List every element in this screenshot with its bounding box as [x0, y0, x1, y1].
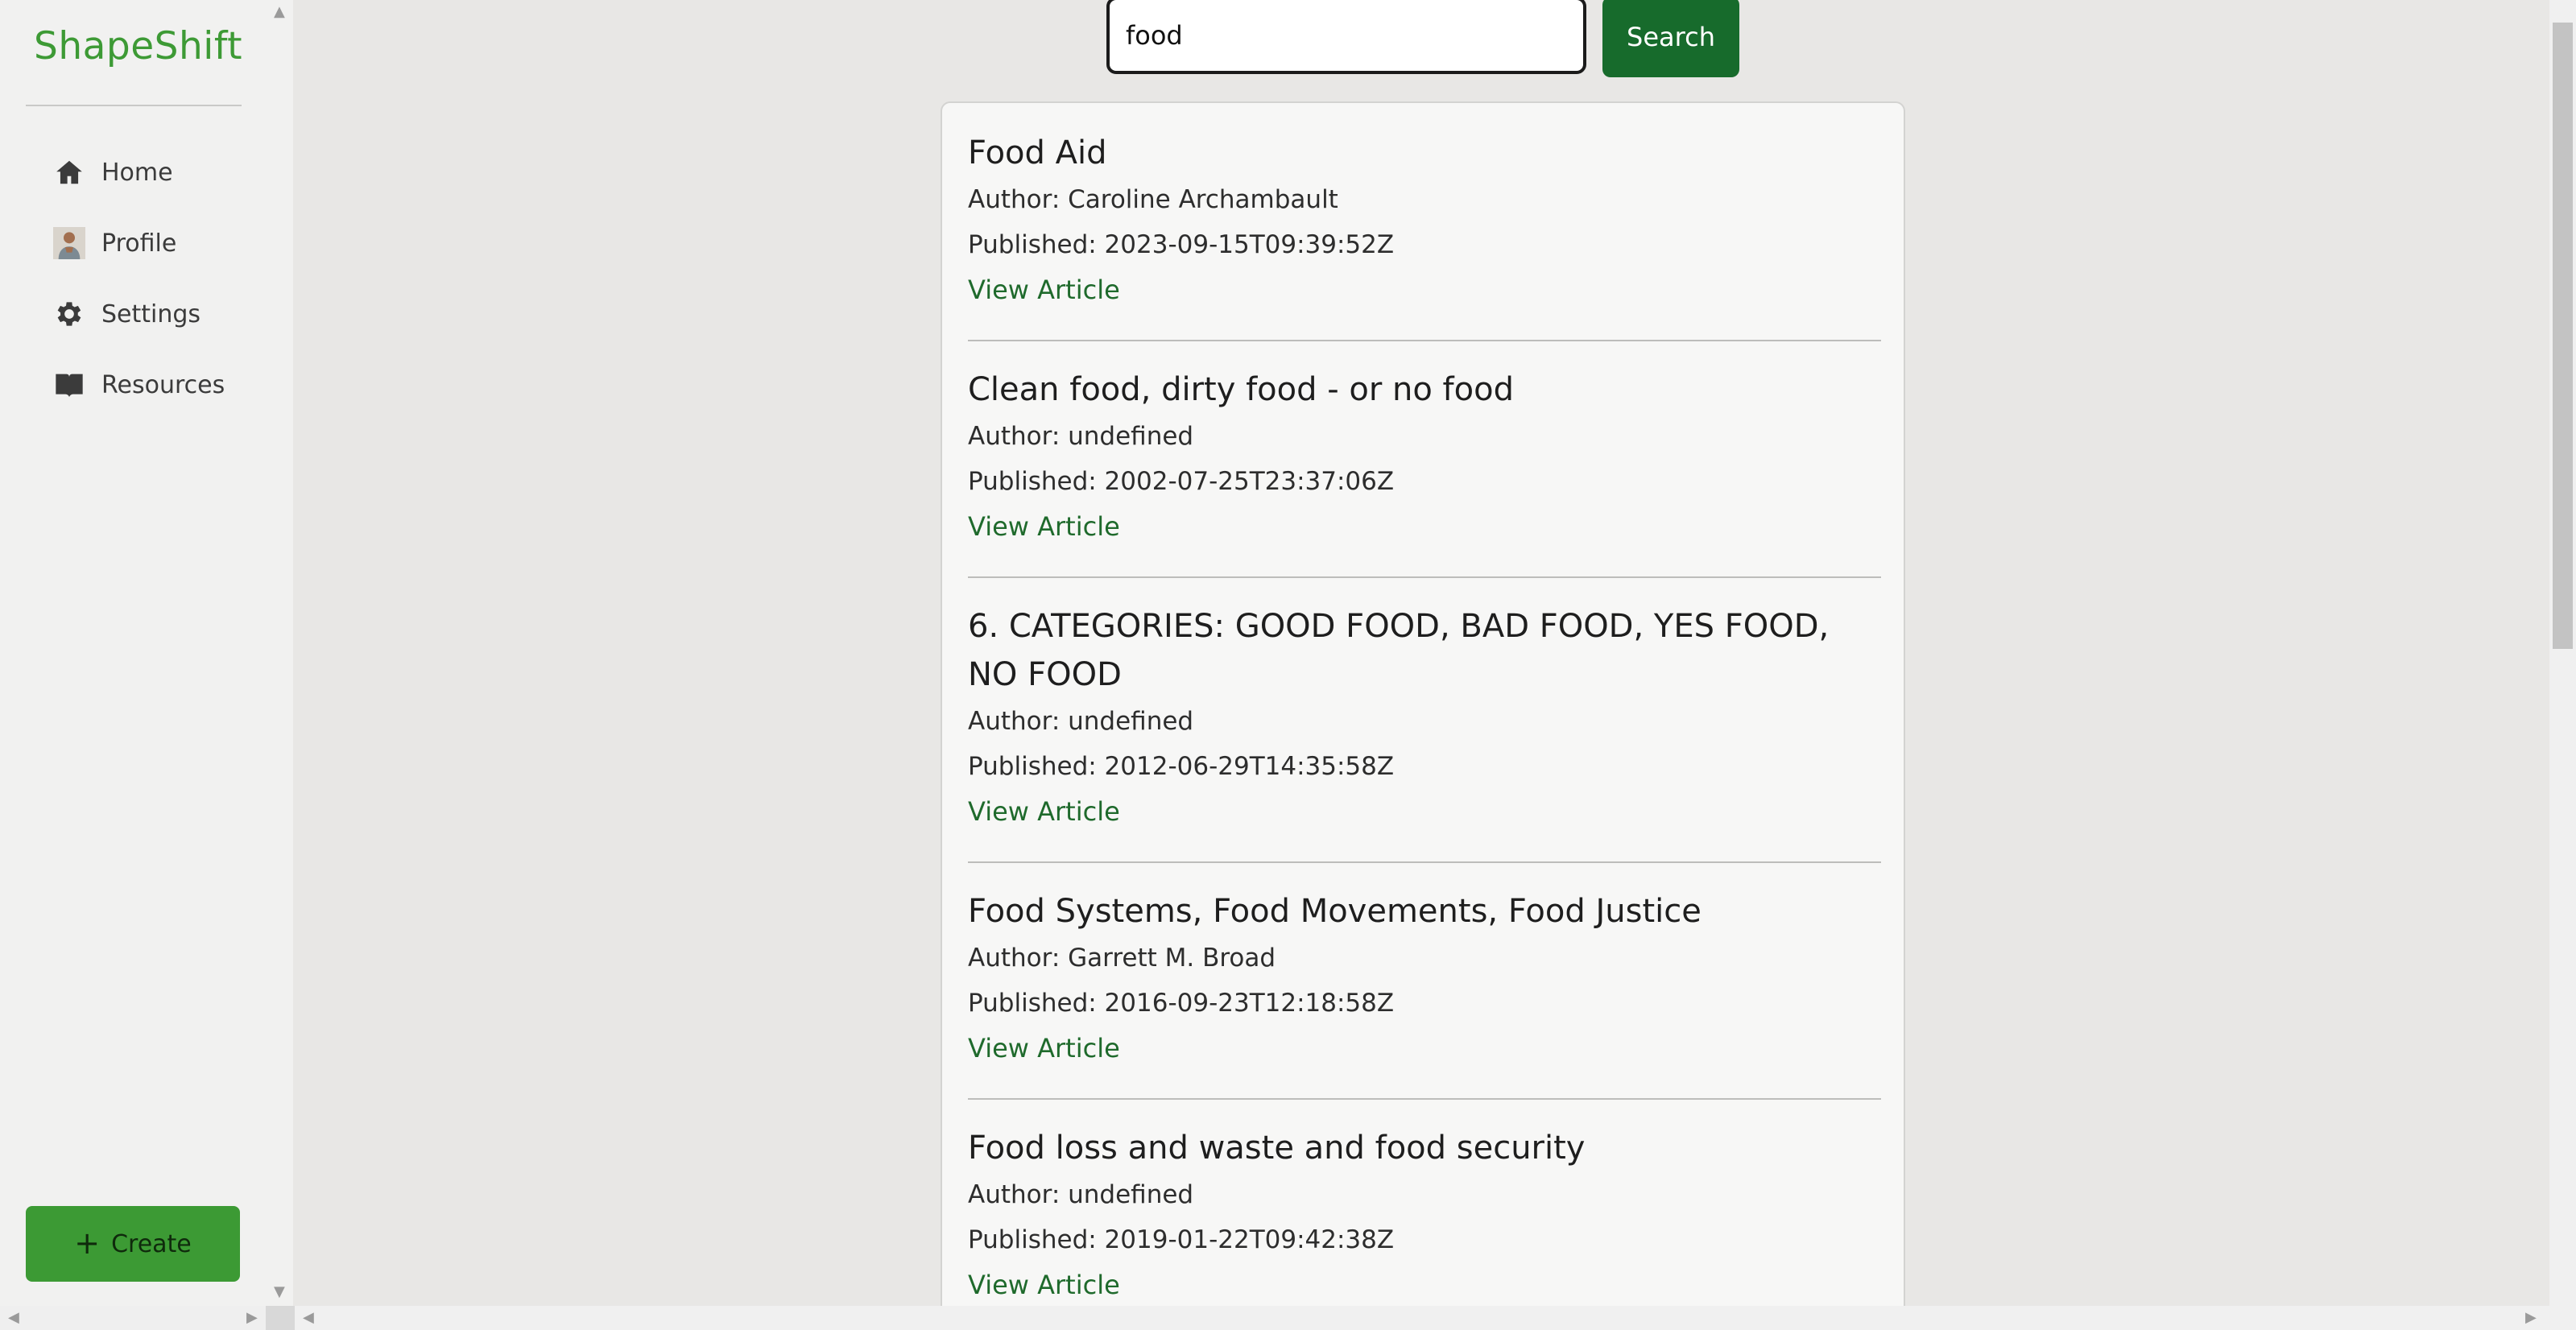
create-button-label: Create: [111, 1229, 192, 1258]
article-title: Food Systems, Food Movements, Food Justi…: [968, 893, 1701, 930]
view-article-link[interactable]: View Article: [968, 267, 1881, 312]
divider: [968, 861, 1881, 863]
plus-icon: +: [74, 1225, 101, 1261]
article-published: Published: 2002-07-25T23:37:06Z: [968, 467, 1395, 496]
list-item: 6. CATEGORIES: GOOD FOOD, BAD FOOD, YES …: [968, 602, 1881, 834]
create-button[interactable]: + Create: [26, 1206, 240, 1282]
view-article-link[interactable]: View Article: [968, 1026, 1881, 1071]
article-published: Published: 2023-09-15T09:39:52Z: [968, 230, 1395, 259]
list-item: Food loss and waste and food security Au…: [968, 1124, 1881, 1307]
sidebar-item-resources[interactable]: Resources: [0, 349, 267, 420]
list-item: Food Aid Author: Caroline Archambault Pu…: [968, 129, 1881, 312]
article-author: Author: Garrett M. Broad: [968, 944, 1276, 973]
scroll-up-arrow-icon[interactable]: ▲: [274, 3, 285, 20]
book-icon: [53, 369, 85, 401]
article-published: Published: 2019-01-22T09:42:38Z: [968, 1225, 1395, 1254]
article-title: Clean food, dirty food - or no food: [968, 371, 1514, 408]
search-input[interactable]: [1106, 0, 1586, 74]
view-article-link[interactable]: View Article: [968, 789, 1881, 834]
article-author: Author: Caroline Archambault: [968, 185, 1338, 214]
article-published: Published: 2012-06-29T14:35:58Z: [968, 752, 1395, 781]
sidebar: ShapeShift Home Profile Settings Resourc…: [0, 0, 267, 1306]
article-title: Food loss and waste and food security: [968, 1130, 1586, 1167]
search-button[interactable]: Search: [1602, 0, 1739, 77]
article-title: 6. CATEGORIES: GOOD FOOD, BAD FOOD, YES …: [968, 608, 1830, 693]
scroll-down-arrow-icon[interactable]: ▼: [274, 1283, 285, 1300]
home-icon: [53, 156, 85, 188]
article-author: Author: undefined: [968, 1180, 1194, 1209]
sidebar-item-label: Profile: [101, 229, 177, 258]
main-scrollbar-thumb[interactable]: [2553, 23, 2573, 649]
scroll-left-arrow-icon[interactable]: ◀: [303, 1309, 314, 1326]
sidebar-nav: Home Profile Settings Resources: [0, 137, 267, 420]
article-title: Food Aid: [968, 134, 1107, 171]
avatar: [53, 227, 85, 259]
results-list: Food Aid Author: Caroline Archambault Pu…: [941, 101, 1905, 1325]
gear-icon: [53, 298, 85, 330]
view-article-link[interactable]: View Article: [968, 504, 1881, 549]
sidebar-item-home[interactable]: Home: [0, 137, 267, 208]
brand-logo[interactable]: ShapeShift: [34, 24, 242, 68]
divider: [26, 105, 242, 106]
scroll-right-arrow-icon[interactable]: ▶: [246, 1309, 258, 1326]
sidebar-item-label: Settings: [101, 299, 201, 328]
article-published: Published: 2016-09-23T12:18:58Z: [968, 989, 1395, 1018]
sidebar-item-profile[interactable]: Profile: [0, 208, 267, 279]
sidebar-item-label: Resources: [101, 370, 225, 399]
article-author: Author: undefined: [968, 707, 1194, 736]
scroll-right-arrow-icon[interactable]: ▶: [2525, 1309, 2537, 1326]
sidebar-scrollbar[interactable]: [267, 0, 293, 1306]
divider: [968, 340, 1881, 341]
list-item: Food Systems, Food Movements, Food Justi…: [968, 887, 1881, 1071]
pane-splitter[interactable]: [266, 1306, 295, 1330]
sidebar-item-label: Home: [101, 158, 173, 187]
main-horizontal-scrollbar[interactable]: ◀ ▶: [295, 1306, 2576, 1330]
scroll-left-arrow-icon[interactable]: ◀: [8, 1309, 19, 1326]
sidebar-horizontal-scrollbar[interactable]: ◀ ▶: [0, 1306, 293, 1330]
article-author: Author: undefined: [968, 422, 1194, 451]
view-article-link[interactable]: View Article: [968, 1262, 1881, 1307]
divider: [968, 576, 1881, 578]
sidebar-item-settings[interactable]: Settings: [0, 279, 267, 349]
divider: [968, 1098, 1881, 1100]
list-item: Clean food, dirty food - or no food Auth…: [968, 366, 1881, 549]
